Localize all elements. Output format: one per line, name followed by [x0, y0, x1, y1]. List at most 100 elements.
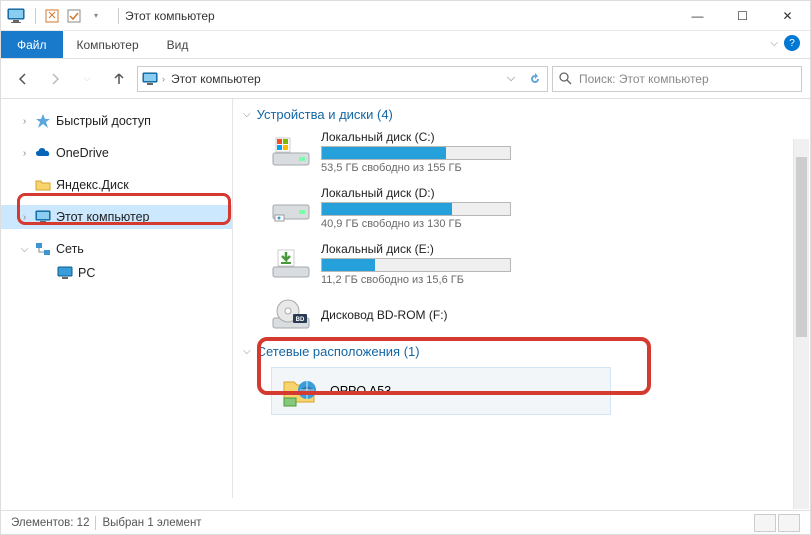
- drive-os-icon: [271, 135, 311, 169]
- status-selected: Выбран 1 элемент: [102, 517, 201, 529]
- view-toggle: [754, 514, 800, 532]
- cloud-icon: [34, 144, 52, 162]
- window-title: Этот компьютер: [125, 9, 215, 23]
- address-dropdown[interactable]: ⌵: [499, 67, 523, 91]
- svg-text:BD: BD: [296, 317, 305, 323]
- drive-usage-bar: [321, 258, 511, 272]
- chevron-right-icon[interactable]: ›: [19, 116, 30, 127]
- chevron-down-icon[interactable]: ⌵: [243, 346, 251, 357]
- qat-properties-icon[interactable]: [42, 6, 62, 26]
- network-folder-icon: [280, 374, 320, 408]
- bdrom-icon: BD: [271, 298, 311, 332]
- address-bar[interactable]: › Этот компьютер ⌵: [137, 66, 548, 92]
- drive-c[interactable]: Локальный диск (C:) 53,5 ГБ свободно из …: [271, 130, 800, 174]
- folder-icon: [34, 176, 52, 194]
- scrollbar-thumb[interactable]: [796, 157, 807, 337]
- help-icon[interactable]: ?: [784, 35, 800, 51]
- quick-access-toolbar: ▾: [42, 6, 106, 26]
- maximize-button[interactable]: ☐: [720, 1, 765, 31]
- recent-dropdown[interactable]: ⌵: [73, 67, 101, 91]
- titlebar: ▾ Этот компьютер — ☐ ✕: [1, 1, 810, 31]
- drive-info: Локальный диск (C:) 53,5 ГБ свободно из …: [321, 130, 511, 174]
- sidebar: › Быстрый доступ › OneDrive Яндекс.Диск …: [1, 99, 233, 498]
- pc-icon: [56, 264, 74, 282]
- drive-d[interactable]: Локальный диск (D:) 40,9 ГБ свободно из …: [271, 186, 800, 230]
- sidebar-label: Сеть: [56, 242, 84, 256]
- icons-view-button[interactable]: [778, 514, 800, 532]
- group-label: Сетевые расположения (1): [257, 344, 420, 359]
- chevron-down-icon[interactable]: ⌵: [19, 244, 30, 255]
- ribbon: Файл Компьютер Вид ⌵ ?: [1, 31, 810, 59]
- close-button[interactable]: ✕: [765, 1, 810, 31]
- sidebar-quick-access[interactable]: › Быстрый доступ: [1, 109, 232, 133]
- search-placeholder: Поиск: Этот компьютер: [579, 72, 709, 86]
- drive-name: Локальный диск (C:): [321, 130, 511, 144]
- forward-button[interactable]: [41, 67, 69, 91]
- titlebar-divider: [35, 8, 36, 24]
- tab-view[interactable]: Вид: [153, 31, 203, 58]
- vertical-scrollbar[interactable]: [793, 139, 809, 509]
- titlebar-divider-2: [118, 8, 119, 24]
- breadcrumb[interactable]: Этот компьютер: [169, 72, 263, 86]
- search-icon: [559, 72, 573, 86]
- window-controls: — ☐ ✕: [675, 1, 810, 31]
- group-network-header[interactable]: ⌵ Сетевые расположения (1): [243, 344, 800, 359]
- drive-download-icon: [271, 247, 311, 281]
- sidebar-label: Яндекс.Диск: [56, 178, 129, 192]
- drive-freespace: 11,2 ГБ свободно из 15,6 ГБ: [321, 274, 511, 286]
- drive-name: Локальный диск (E:): [321, 242, 511, 256]
- drive-usage-bar: [321, 202, 511, 216]
- sidebar-label: OneDrive: [56, 146, 109, 160]
- tab-computer[interactable]: Компьютер: [63, 31, 153, 58]
- refresh-button[interactable]: [523, 67, 547, 91]
- sidebar-this-pc[interactable]: › Этот компьютер: [1, 205, 232, 229]
- drive-name: Дисковод BD-ROM (F:): [321, 308, 448, 322]
- status-item-count: Элементов: 12: [11, 517, 89, 529]
- drive-usage-bar: [321, 146, 511, 160]
- chevron-down-icon[interactable]: ⌵: [243, 109, 251, 120]
- drive-info: Локальный диск (D:) 40,9 ГБ свободно из …: [321, 186, 511, 230]
- drive-bdrom[interactable]: BD Дисковод BD-ROM (F:): [271, 298, 800, 332]
- up-button[interactable]: [105, 67, 133, 91]
- star-icon: [34, 112, 52, 130]
- address-row: ⌵ › Этот компьютер ⌵ Поиск: Этот компьют…: [1, 59, 810, 99]
- sidebar-network[interactable]: ⌵ Сеть: [1, 237, 232, 261]
- breadcrumb-chevron-icon[interactable]: ›: [162, 74, 165, 84]
- sidebar-onedrive[interactable]: › OneDrive: [1, 141, 232, 165]
- main-area: › Быстрый доступ › OneDrive Яндекс.Диск …: [1, 99, 810, 498]
- chevron-right-icon[interactable]: ›: [19, 148, 30, 159]
- file-tab[interactable]: Файл: [1, 31, 63, 58]
- status-divider: [95, 516, 96, 530]
- details-view-button[interactable]: [754, 514, 776, 532]
- minimize-button[interactable]: —: [675, 1, 720, 31]
- network-item-label: OPPO A53: [330, 384, 391, 398]
- chevron-right-icon[interactable]: ›: [19, 212, 30, 223]
- sidebar-yandex-disk[interactable]: Яндекс.Диск: [1, 173, 232, 197]
- group-label: Устройства и диски (4): [257, 107, 393, 122]
- search-box[interactable]: Поиск: Этот компьютер: [552, 66, 802, 92]
- content-pane: ⌵ Устройства и диски (4) Локальный диск …: [233, 99, 810, 498]
- monitor-icon: [34, 208, 52, 226]
- sidebar-label: Этот компьютер: [56, 210, 149, 224]
- group-devices-header[interactable]: ⌵ Устройства и диски (4): [243, 107, 800, 122]
- drive-info: Дисковод BD-ROM (F:): [321, 308, 448, 322]
- status-bar: Элементов: 12 Выбран 1 элемент: [1, 510, 810, 534]
- drive-e[interactable]: Локальный диск (E:) 11,2 ГБ свободно из …: [271, 242, 800, 286]
- sidebar-label: PC: [78, 266, 95, 280]
- sidebar-label: Быстрый доступ: [56, 114, 151, 128]
- network-location-oppo[interactable]: OPPO A53: [271, 367, 611, 415]
- drive-info: Локальный диск (E:) 11,2 ГБ свободно из …: [321, 242, 511, 286]
- qat-checkbox-icon[interactable]: [64, 6, 84, 26]
- drive-freespace: 40,9 ГБ свободно из 130 ГБ: [321, 218, 511, 230]
- app-monitor-icon: [7, 7, 25, 25]
- ribbon-help: ⌵ ?: [770, 35, 800, 51]
- ribbon-expand-icon[interactable]: ⌵: [770, 38, 778, 49]
- back-button[interactable]: [9, 67, 37, 91]
- drive-icon: [271, 191, 311, 225]
- drive-freespace: 53,5 ГБ свободно из 155 ГБ: [321, 162, 511, 174]
- network-icon: [34, 240, 52, 258]
- qat-dropdown-icon[interactable]: ▾: [86, 6, 106, 26]
- drive-name: Локальный диск (D:): [321, 186, 511, 200]
- sidebar-network-pc[interactable]: PC: [1, 261, 232, 285]
- location-monitor-icon: [142, 71, 158, 87]
